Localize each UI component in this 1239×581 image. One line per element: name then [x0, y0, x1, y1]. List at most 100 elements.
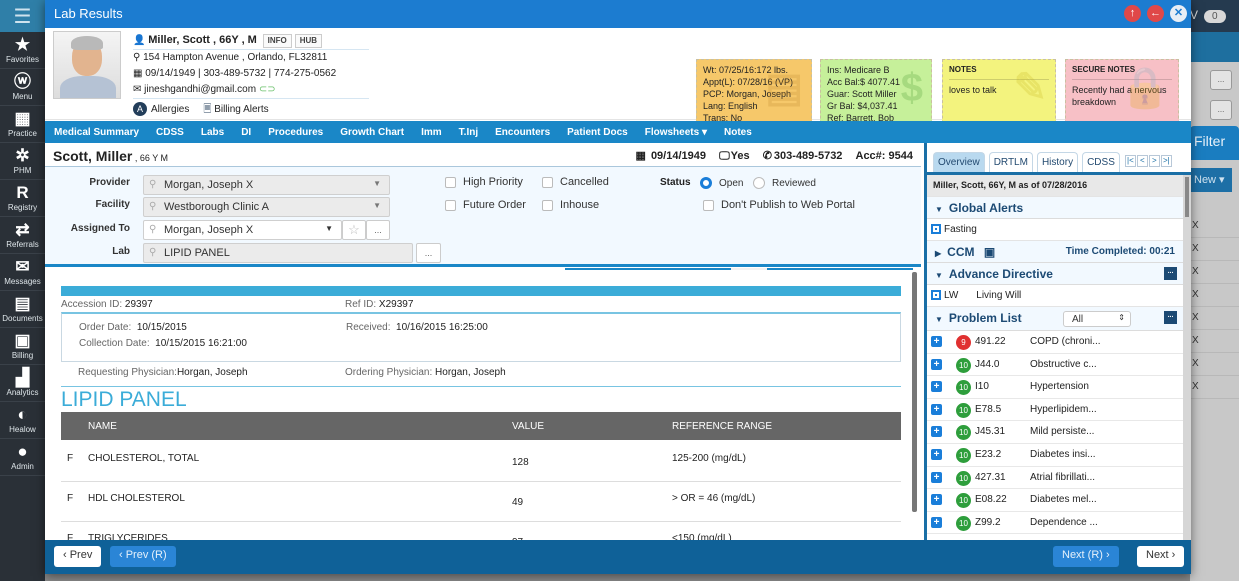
nav-item-admin[interactable]: ● Admin [0, 439, 45, 476]
next-button[interactable]: Next › [1137, 546, 1185, 567]
tab-history[interactable]: History [1036, 152, 1079, 172]
nav-item-favorites[interactable]: ★ Favorites [0, 32, 45, 69]
nav-item-documents[interactable]: ▤ Documents [0, 291, 45, 328]
tab-cdss[interactable]: CDSS [156, 127, 184, 138]
high-priority-checkbox[interactable]: High Priority [445, 176, 523, 188]
last-icon[interactable]: >| [1160, 155, 1172, 167]
icd-version-badge: 10 [956, 493, 971, 509]
tab-procedures[interactable]: Procedures [268, 127, 323, 138]
tab-drtlm[interactable]: DRTLM [988, 152, 1033, 172]
problem-list-section[interactable]: ▼ Problem List All ⇕ ... [927, 307, 1185, 331]
report-scrollbar[interactable] [912, 272, 917, 512]
expand-plus-icon[interactable]: + [931, 448, 942, 460]
bg-new-button[interactable]: New ▾ [1190, 168, 1232, 192]
problem-item[interactable]: +10 J44.0 Obstructive c... [927, 354, 1185, 377]
expand-plus-icon[interactable]: + [931, 516, 942, 528]
bg-more-button[interactable]: ... [1210, 100, 1232, 120]
problem-item[interactable]: +9 491.22 COPD (chroni... [927, 331, 1185, 354]
prev-r-button[interactable]: ‹ Prev (R) [110, 546, 176, 567]
result-row[interactable]: F HDL CHOLESTEROL 49 > OR = 46 (mg/dL) [61, 482, 901, 522]
problem-item[interactable]: +10 E23.2 Diabetes insi... [927, 444, 1185, 467]
advance-directive-section[interactable]: ▼ Advance Directive... [927, 263, 1185, 285]
info-button[interactable]: INFO [262, 34, 292, 48]
cancelled-checkbox[interactable]: Cancelled [542, 176, 609, 188]
prev-icon[interactable]: < [1136, 155, 1148, 167]
arrow-up-icon[interactable]: ↑ [1124, 5, 1141, 22]
next-r-button[interactable]: Next (R) › [1053, 546, 1119, 567]
expand-plus-icon[interactable]: + [931, 403, 942, 415]
result-row[interactable]: F CHOLESTEROL, TOTAL 128 125-200 (mg/dL) [61, 442, 901, 482]
status-open-radio[interactable]: Open [700, 177, 743, 189]
lab-input[interactable]: ⚲ LIPID PANEL [143, 243, 413, 263]
future-order-checkbox[interactable]: Future Order [445, 199, 526, 211]
tab-di[interactable]: DI [241, 127, 251, 138]
nav-item-billing[interactable]: ▣ Billing [0, 328, 45, 365]
billing-alerts-link[interactable]: 🗏 Billing Alerts [203, 102, 268, 118]
expand-plus-icon[interactable]: + [931, 358, 942, 370]
provider-select[interactable]: ⚲ Morgan, Joseph X ▼ [143, 175, 390, 195]
notification-badge[interactable]: 0 [1204, 10, 1226, 23]
tab-overview[interactable]: Overview [933, 152, 985, 172]
nav-item-referrals[interactable]: ⇄ Referrals [0, 217, 45, 254]
expand-plus-icon[interactable]: + [931, 426, 942, 438]
nav-item-phm[interactable]: ✲ PHM [0, 143, 45, 180]
arrow-left-icon[interactable]: ← [1147, 5, 1164, 22]
tab-labs[interactable]: Labs [201, 127, 224, 138]
tab-encounters[interactable]: Encounters [495, 127, 550, 138]
assigned-more-button[interactable]: ... [366, 220, 390, 240]
tab-flowsheets[interactable]: Flowsheets ▾ [645, 127, 707, 138]
global-alerts-section[interactable]: ▼ Global Alerts [927, 197, 1185, 219]
nav-item-practice[interactable]: ▦ Practice [0, 106, 45, 143]
nav-item-messages[interactable]: ✉ Messages [0, 254, 45, 291]
bg-row: X [1190, 331, 1239, 353]
favorite-star-button[interactable]: ☆ [342, 220, 366, 240]
facility-select[interactable]: ⚲ Westborough Clinic A ▼ [143, 197, 390, 217]
next-icon[interactable]: > [1148, 155, 1160, 167]
result-row[interactable]: FTRIGLYCERIDES97<150 (mg/dL) [61, 522, 901, 540]
prev-button[interactable]: ‹ Prev [54, 546, 102, 567]
tab-patient-docs[interactable]: Patient Docs [567, 127, 628, 138]
allergies-link[interactable]: A Allergies [133, 102, 189, 118]
expand-plus-icon[interactable]: + [931, 336, 942, 347]
tab-cdss[interactable]: CDSS [1082, 152, 1120, 172]
nav-item-registry[interactable]: R Registry [0, 180, 45, 217]
first-icon[interactable]: |< [1124, 155, 1136, 167]
problem-item[interactable]: +10 E08.22 Diabetes mel... [927, 489, 1185, 512]
tab-imm[interactable]: Imm [421, 127, 442, 138]
patient-name[interactable]: Miller, Scott , 66Y , M [148, 34, 257, 46]
problem-item[interactable]: +10 I10 Hypertension [927, 376, 1185, 399]
advance-directive-more-button[interactable]: ... [1164, 267, 1177, 280]
expand-plus-icon[interactable]: + [931, 494, 942, 506]
overview-scrollbar[interactable] [1183, 175, 1191, 540]
problem-item[interactable]: +10 Z99.2 Dependence ... [927, 512, 1185, 535]
updown-icon: ⇕ [1118, 313, 1125, 322]
expand-plus-icon[interactable]: + [931, 381, 942, 393]
hamburger-menu-button[interactable]: ☰ [0, 0, 45, 32]
status-reviewed-radio[interactable]: Reviewed [753, 177, 816, 189]
bg-filter-button[interactable]: Filter [1190, 126, 1239, 160]
assigned-to-select[interactable]: ⚲ Morgan, Joseph X ▼ [143, 220, 342, 240]
caret-down-icon: ▼ [935, 205, 943, 214]
dont-publish-checkbox[interactable]: Don't Publish to Web Portal [703, 199, 855, 211]
tab-notes[interactable]: Notes [724, 127, 752, 138]
inhouse-checkbox[interactable]: Inhouse [542, 199, 599, 211]
ccm-section[interactable]: ▶ CCM ▣ Time Completed: 00:21 [927, 241, 1185, 263]
nav-item-healow[interactable]: ◐ Healow [0, 402, 45, 439]
bg-row: X [1190, 354, 1239, 376]
nav-item-menu[interactable]: ⓦ Menu [0, 69, 45, 106]
bg-more-button[interactable]: ... [1210, 70, 1232, 90]
lab-more-button[interactable]: ... [416, 243, 441, 263]
problem-item[interactable]: +10 J45.31 Mild persiste... [927, 421, 1185, 444]
problem-item[interactable]: +10 E78.5 Hyperlipidem... [927, 399, 1185, 422]
tab-medical-summary[interactable]: Medical Summary [54, 127, 139, 138]
nav-item-analytics[interactable]: ▟ Analytics [0, 365, 45, 402]
problem-list-more-button[interactable]: ... [1164, 311, 1177, 324]
close-icon[interactable]: ✕ [1170, 5, 1187, 22]
problem-code: J45.31 [975, 426, 1006, 438]
problem-filter-select[interactable]: All ⇕ [1063, 311, 1131, 327]
tab-growth-chart[interactable]: Growth Chart [340, 127, 404, 138]
hub-button[interactable]: HUB [294, 34, 323, 48]
problem-item[interactable]: +10 427.31 Atrial fibrillati... [927, 467, 1185, 490]
tab-t-inj[interactable]: T.Inj [459, 127, 478, 138]
expand-plus-icon[interactable]: + [931, 471, 942, 483]
